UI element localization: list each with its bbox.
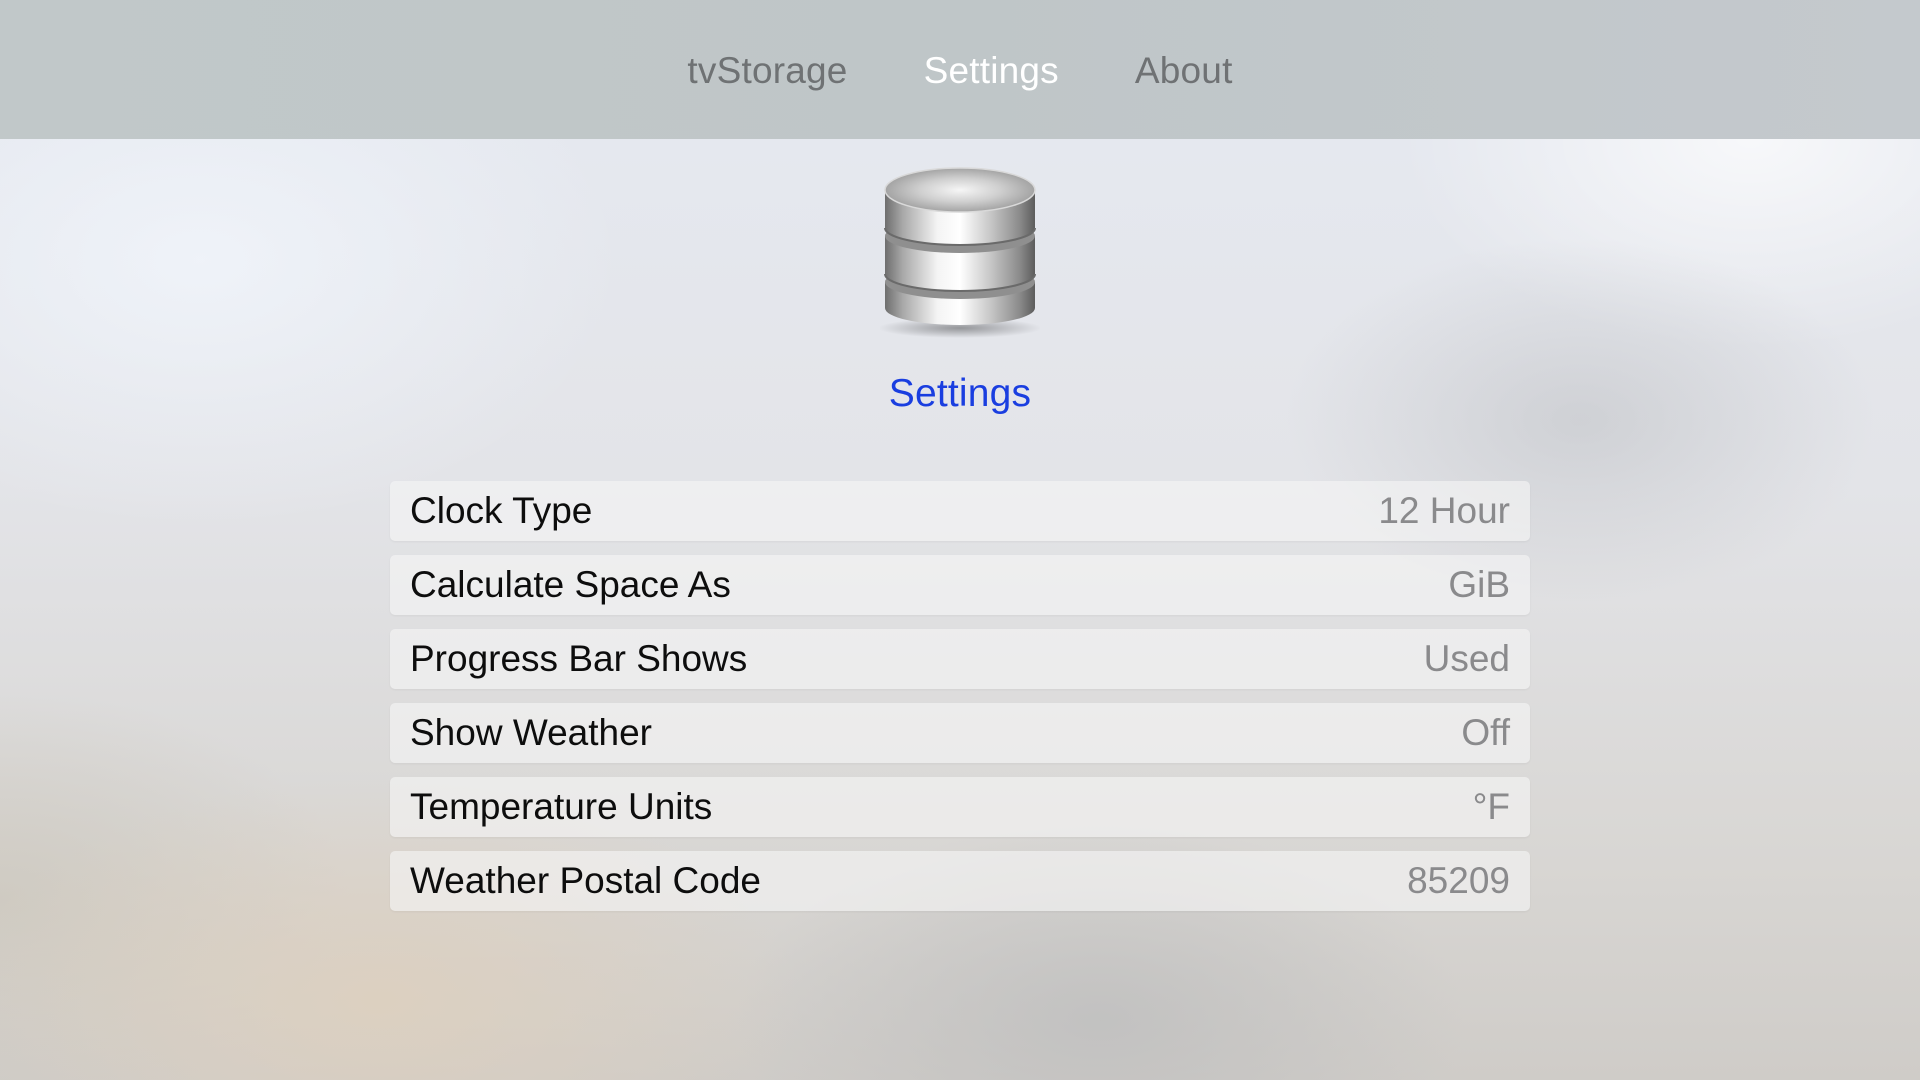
top-tab-bar: tvStorage Settings About (0, 0, 1920, 139)
setting-value: GiB (1448, 564, 1510, 605)
setting-row-calculate-space-as[interactable]: Calculate Space As GiB (390, 555, 1530, 615)
setting-row-weather-postal-code[interactable]: Weather Postal Code 85209 (390, 851, 1530, 911)
setting-label: Progress Bar Shows (410, 638, 748, 679)
setting-label: Clock Type (410, 490, 593, 531)
page-title: Settings (888, 372, 1032, 415)
setting-label: Show Weather (410, 712, 652, 753)
setting-label: Calculate Space As (410, 564, 731, 605)
tab-list: tvStorage Settings About (649, 49, 1270, 91)
database-icon (878, 158, 1042, 340)
setting-label: Weather Postal Code (410, 860, 762, 901)
setting-row-temperature-units[interactable]: Temperature Units °F (390, 777, 1530, 837)
setting-row-progress-bar-shows[interactable]: Progress Bar Shows Used (390, 629, 1530, 689)
setting-row-clock-type[interactable]: Clock Type 12 Hour (390, 481, 1530, 541)
tab-tvstorage[interactable]: tvStorage (649, 50, 885, 92)
tab-about[interactable]: About (1097, 50, 1271, 92)
settings-list: Clock Type 12 Hour Calculate Space As Gi… (390, 481, 1530, 925)
setting-value: 12 Hour (1378, 490, 1510, 531)
setting-value: 85209 (1407, 860, 1510, 901)
tab-settings[interactable]: Settings (886, 50, 1097, 92)
setting-value: °F (1472, 786, 1510, 827)
setting-label: Temperature Units (410, 786, 713, 827)
setting-value: Used (1423, 638, 1510, 679)
setting-value: Off (1461, 712, 1510, 753)
setting-row-show-weather[interactable]: Show Weather Off (390, 703, 1530, 763)
